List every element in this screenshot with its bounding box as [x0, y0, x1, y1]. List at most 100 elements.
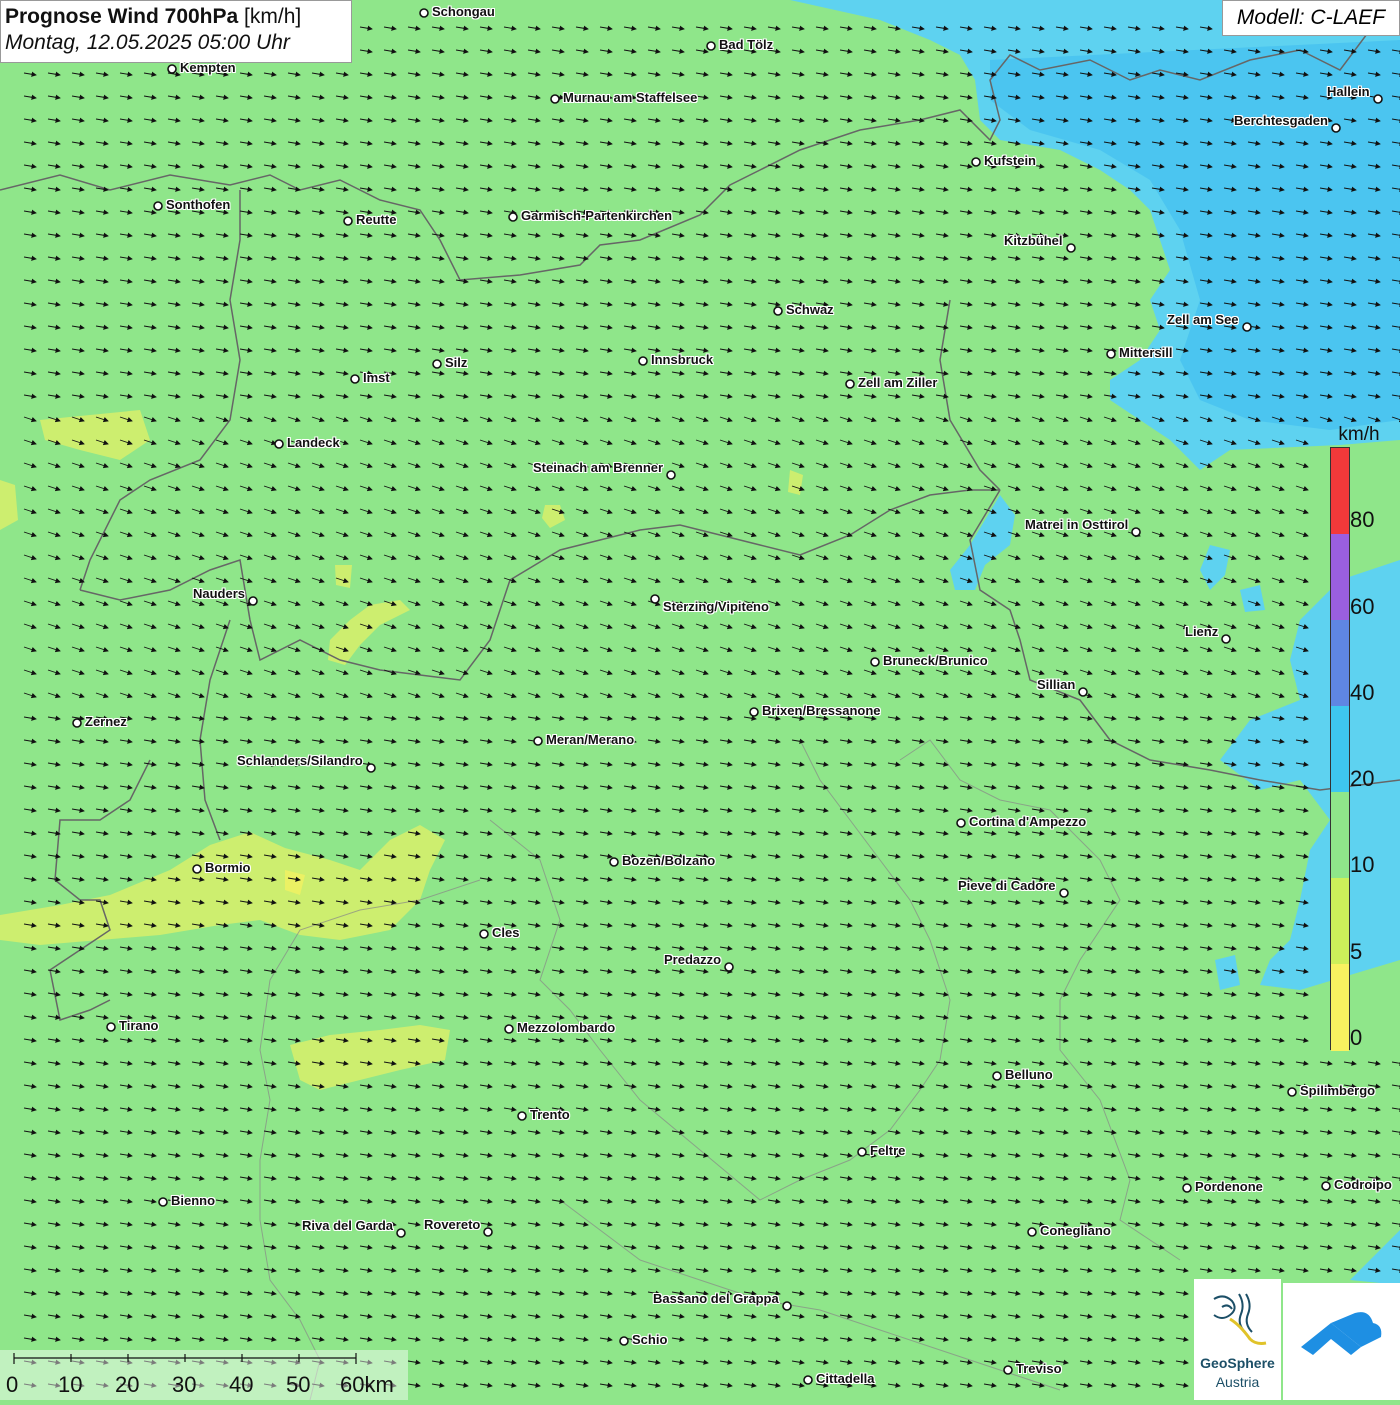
- city-label: Schio: [632, 1332, 668, 1347]
- city-marker: [971, 157, 981, 167]
- city-label: Schwaz: [786, 302, 834, 317]
- city-marker: [638, 356, 648, 366]
- city-label: Landeck: [287, 435, 340, 450]
- city-marker: [517, 1111, 527, 1121]
- legend-label-40: 40: [1350, 680, 1375, 705]
- map-date: Montag, 12.05.2025 05:00 Uhr: [5, 31, 290, 54]
- city-label: Bormio: [205, 860, 251, 875]
- app-logo-panel: [1283, 1283, 1400, 1400]
- city-marker: [1106, 349, 1116, 359]
- geosphere-logo[interactable]: GeoSphere Austria: [1194, 1279, 1400, 1400]
- city-label: Belluno: [1005, 1067, 1053, 1082]
- city-label: Berchtesgaden: [1234, 113, 1328, 128]
- city-label: Cles: [492, 925, 520, 940]
- city-label: Hallein: [1327, 84, 1370, 99]
- scale-label-0: 0: [6, 1372, 19, 1397]
- city-marker: [1287, 1087, 1297, 1097]
- city-marker: [419, 8, 429, 18]
- city-marker: [1321, 1181, 1331, 1191]
- legend-colorbar: [1330, 447, 1350, 1051]
- city-label: Meran/Merano: [546, 732, 635, 747]
- city-label: Rovereto: [424, 1217, 481, 1232]
- city-label: Matrei in Osttirol: [1025, 517, 1129, 532]
- city-marker: [1331, 123, 1341, 133]
- city-label: Predazzo: [664, 952, 722, 967]
- city-label: Schongau: [432, 4, 495, 19]
- city-label: Treviso: [1016, 1361, 1062, 1376]
- city-marker: [350, 374, 360, 384]
- city-label: Mezzolombardo: [517, 1020, 616, 1035]
- legend-label-0: 0: [1350, 1025, 1363, 1050]
- city-marker: [396, 1228, 406, 1238]
- city-marker: [1059, 888, 1069, 898]
- map-title: Prognose Wind 700hPa [km/h]: [5, 5, 302, 28]
- city-marker: [992, 1071, 1002, 1081]
- city-label: Murnau am Staffelsee: [563, 90, 698, 105]
- city-marker: [666, 470, 676, 480]
- city-marker: [366, 763, 376, 773]
- scale-label-40: 40: [229, 1372, 254, 1397]
- city-marker: [1221, 634, 1231, 644]
- city-marker: [1027, 1227, 1037, 1237]
- geosphere-logo-panel: GeoSphere Austria: [1194, 1279, 1281, 1400]
- city-marker: [845, 379, 855, 389]
- city-marker: [106, 1022, 116, 1032]
- city-label: Sillian: [1037, 677, 1076, 692]
- city-marker: [1003, 1365, 1013, 1375]
- city-marker: [550, 94, 560, 104]
- city-marker: [479, 929, 489, 939]
- city-label: Zell am See: [1167, 312, 1239, 327]
- city-marker: [153, 201, 163, 211]
- scale-label-30: 30: [172, 1372, 197, 1397]
- city-marker: [1182, 1183, 1192, 1193]
- city-label: Kufstein: [984, 153, 1036, 168]
- city-label: Feltre: [870, 1143, 906, 1158]
- city-label: Kitzbühel: [1004, 233, 1063, 248]
- city-label: Bozen/Bolzano: [622, 853, 716, 868]
- city-marker: [192, 864, 202, 874]
- city-label: Garmisch-Partenkirchen: [521, 208, 673, 223]
- city-marker: [803, 1375, 813, 1385]
- city-label: Trento: [530, 1107, 570, 1122]
- city-marker: [1373, 94, 1383, 104]
- city-label: Cortina d'Ampezzo: [969, 814, 1087, 829]
- legend-label-5: 5: [1350, 939, 1363, 964]
- city-label: Nauders: [193, 586, 246, 601]
- city-marker: [650, 594, 660, 604]
- city-marker: [870, 657, 880, 667]
- legend-label-10: 10: [1350, 852, 1375, 877]
- city-marker: [158, 1197, 168, 1207]
- city-label: Schlanders/Silandro: [237, 753, 363, 768]
- city-label: Tirano: [119, 1018, 159, 1033]
- city-marker: [533, 736, 543, 746]
- city-label: Conegliano: [1040, 1223, 1111, 1238]
- scale-label-20: 20: [115, 1372, 140, 1397]
- scale-label-50: 50: [286, 1372, 311, 1397]
- city-label: Cittadella: [816, 1371, 875, 1386]
- city-marker: [504, 1024, 514, 1034]
- legend-label-20: 20: [1350, 766, 1375, 791]
- map-title-box: Prognose Wind 700hPa [km/h] Montag, 12.0…: [0, 0, 352, 63]
- city-marker: [167, 64, 177, 74]
- city-marker: [609, 857, 619, 867]
- city-label: Silz: [445, 355, 468, 370]
- logo-text-line1: GeoSphere: [1200, 1355, 1275, 1371]
- city-label: Pordenone: [1195, 1179, 1263, 1194]
- city-marker: [1242, 322, 1252, 332]
- legend-label-80: 80: [1350, 507, 1375, 532]
- city-label: Sonthofen: [166, 197, 231, 212]
- city-marker: [508, 212, 518, 222]
- city-marker: [248, 596, 258, 606]
- city-label: Zernez: [85, 714, 127, 729]
- scale-label-10: 10: [58, 1372, 83, 1397]
- city-label: Brixen/Bressanone: [762, 703, 881, 718]
- city-label: Kempten: [180, 60, 236, 75]
- city-marker: [343, 216, 353, 226]
- legend-label-60: 60: [1350, 594, 1375, 619]
- city-marker: [274, 439, 284, 449]
- zone-0-10-spot4: [335, 565, 352, 588]
- city-marker: [432, 359, 442, 369]
- city-label: Zell am Ziller: [858, 375, 938, 390]
- city-label: Bienno: [171, 1193, 216, 1208]
- city-label: Sterzing/Vipiteno: [663, 599, 769, 614]
